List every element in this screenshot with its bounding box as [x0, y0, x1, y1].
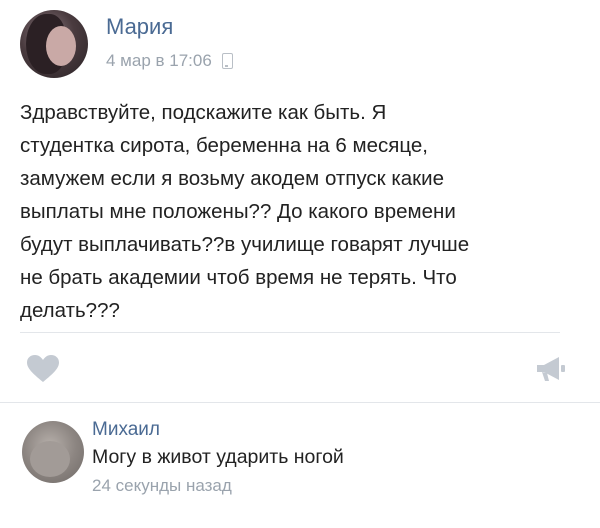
avatar-figure: [30, 441, 70, 477]
comment-time[interactable]: 24 секунды назад: [92, 476, 232, 496]
post-date[interactable]: 4 мар в 17:06: [106, 51, 212, 71]
avatar-face: [46, 26, 76, 66]
post-text: Здравствуйте, подскажите как быть. Я сту…: [20, 101, 470, 322]
phone-icon: [221, 53, 233, 69]
heart-icon[interactable]: [26, 354, 60, 384]
comment-author-name[interactable]: Михаил: [92, 419, 160, 441]
post-author-avatar[interactable]: [20, 10, 88, 78]
post-meta: 4 мар в 17:06: [106, 51, 233, 71]
comment: Михаил Могу в живот ударить ногой 24 сек…: [0, 403, 600, 528]
post-author-name[interactable]: Мария: [106, 14, 173, 40]
comment-author-avatar[interactable]: [22, 421, 84, 483]
post: Мария 4 мар в 17:06 Здравствуйте, подска…: [0, 0, 600, 395]
megaphone-icon[interactable]: [534, 354, 568, 384]
comment-text: Могу в живот ударить ногой: [92, 446, 344, 468]
post-divider: [20, 332, 560, 333]
